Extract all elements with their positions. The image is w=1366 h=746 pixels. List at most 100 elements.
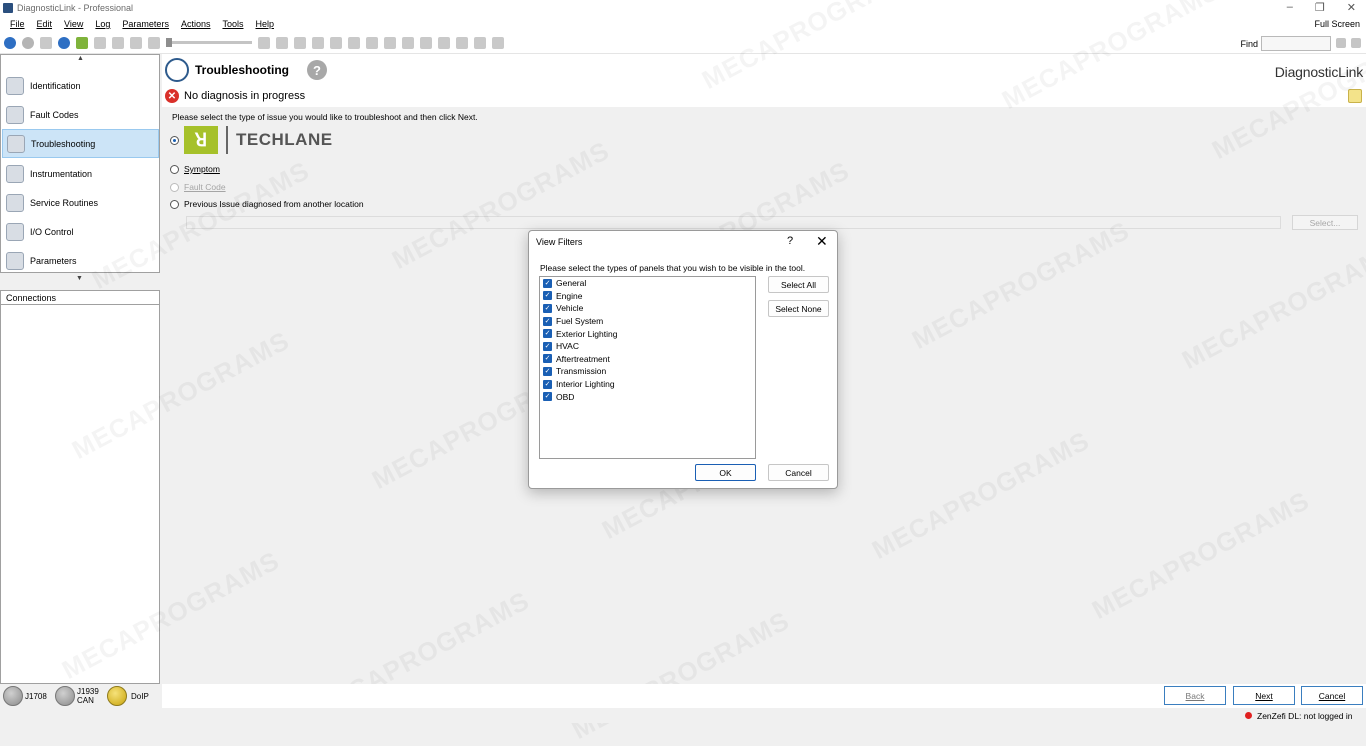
sidebar-item-instrumentation[interactable]: Instrumentation (2, 159, 159, 188)
sidebar-item-service-routines[interactable]: Service Routines (2, 188, 159, 217)
list-item-label: Aftertreatment (556, 353, 610, 364)
list-item[interactable]: ✓ Aftertreatment (540, 353, 755, 366)
help-icon[interactable]: ? (307, 60, 327, 80)
back-button[interactable]: Back (1164, 686, 1226, 705)
dialog-help-icon[interactable]: ? (787, 235, 793, 247)
notes-icon[interactable] (1348, 89, 1362, 103)
paste-icon[interactable] (402, 36, 414, 49)
checkbox-checked-icon[interactable]: ✓ (543, 341, 552, 351)
cut-icon[interactable] (366, 36, 378, 49)
document-icon[interactable] (330, 36, 342, 49)
status-text: No diagnosis in progress (184, 90, 306, 102)
sidebar-item-fault-codes[interactable]: Fault Codes (2, 100, 159, 129)
next-button[interactable]: Next (1233, 686, 1295, 705)
fullscreen-button[interactable]: Full Screen (1314, 19, 1360, 29)
list-item[interactable]: ✓ Transmission (540, 365, 755, 378)
menu-file[interactable]: File (10, 19, 25, 29)
list-item[interactable]: ✓ Engine (540, 290, 755, 303)
sidebar-item-parameters[interactable]: Parameters (2, 246, 159, 275)
rewind-icon[interactable] (148, 36, 160, 49)
checkbox-checked-icon[interactable]: ✓ (543, 366, 552, 376)
symptom-radio[interactable] (170, 164, 179, 174)
list-item-label: OBD (556, 391, 575, 402)
dialog-cancel-button[interactable]: Cancel (768, 464, 829, 481)
sidebar-item-troubleshooting[interactable]: Troubleshooting (2, 129, 159, 158)
select-all-button[interactable]: Select All (768, 276, 829, 293)
sidebar-scroll-down-icon[interactable]: ▼ (76, 275, 83, 282)
flag-icon[interactable] (312, 36, 324, 49)
find-options-icon[interactable] (1351, 38, 1361, 48)
list-item-label: Engine (556, 290, 583, 301)
connections-panel: Connections (0, 290, 160, 684)
symptom-label: Symptom (184, 164, 220, 174)
checkbox-checked-icon[interactable]: ✓ (543, 303, 552, 313)
forward-icon[interactable] (22, 36, 34, 49)
minimize-icon[interactable]: – (1287, 1, 1293, 14)
sidebar-item-identification[interactable]: Identification (2, 71, 159, 100)
menu-tools[interactable]: Tools (222, 19, 243, 29)
fault-code-radio (170, 182, 179, 192)
sync-icon[interactable] (40, 36, 52, 49)
copy-icon[interactable] (384, 36, 396, 49)
menu-log[interactable]: Log (95, 19, 110, 29)
print-icon[interactable] (348, 36, 360, 49)
list-item[interactable]: ✓ Exterior Lighting (540, 327, 755, 340)
log-icon[interactable] (76, 36, 88, 49)
option-techlane[interactable]: ꓤ TECHLANE (170, 126, 333, 154)
dialog-instruction: Please select the types of panels that y… (540, 263, 806, 273)
stethoscope-icon (165, 58, 189, 82)
list-item[interactable]: ✓ Fuel System (540, 315, 755, 328)
skip-end-icon[interactable] (276, 36, 288, 49)
maximize-icon[interactable]: ❐ (1315, 1, 1325, 14)
list-item[interactable]: ✓ OBD (540, 390, 755, 403)
list-item[interactable]: ✓ HVAC (540, 340, 755, 353)
list-item-label: HVAC (556, 341, 579, 352)
checkbox-checked-icon[interactable]: ✓ (543, 291, 552, 301)
undo-icon[interactable] (420, 36, 432, 49)
cancel-button[interactable]: Cancel (1301, 686, 1363, 705)
menu-help[interactable]: Help (255, 19, 274, 29)
brand-logo: DiagnosticLink (1274, 64, 1363, 80)
previous-issue-radio[interactable] (170, 199, 179, 209)
menu-parameters[interactable]: Parameters (122, 19, 169, 29)
previous-issue-label: Previous Issue diagnosed from another lo… (184, 199, 364, 209)
list-item-label: Interior Lighting (556, 379, 615, 390)
list-item[interactable]: ✓ Interior Lighting (540, 378, 755, 391)
checkbox-checked-icon[interactable]: ✓ (543, 316, 552, 326)
select-none-button[interactable]: Select None (768, 300, 829, 317)
globe-icon[interactable] (58, 36, 70, 49)
menu-view[interactable]: View (64, 19, 83, 29)
fast-forward-icon[interactable] (258, 36, 270, 49)
bookmark-icon[interactable] (294, 36, 306, 49)
techlane-radio[interactable] (170, 135, 179, 145)
sidebar-scroll-up-icon[interactable]: ▲ (77, 55, 84, 62)
list-item[interactable]: ✓ Vehicle (540, 302, 755, 315)
filter-icon[interactable] (438, 36, 450, 49)
list-item[interactable]: ✓ General (540, 277, 755, 290)
settings-icon[interactable] (492, 36, 504, 49)
menu-actions[interactable]: Actions (181, 19, 211, 29)
playback-slider[interactable] (166, 38, 252, 47)
connect-icon[interactable] (456, 36, 468, 49)
checkbox-checked-icon[interactable]: ✓ (543, 392, 552, 402)
option-symptom[interactable]: Symptom (170, 164, 220, 174)
j1939-label: J1939 CAN (77, 687, 99, 705)
checkbox-checked-icon[interactable]: ✓ (543, 379, 552, 389)
window-icon[interactable] (474, 36, 486, 49)
find-input[interactable] (1261, 36, 1331, 51)
option-previous-issue[interactable]: Previous Issue diagnosed from another lo… (170, 199, 364, 209)
checkbox-checked-icon[interactable]: ✓ (543, 278, 552, 288)
find-next-icon[interactable] (1336, 38, 1346, 48)
menu-edit[interactable]: Edit (37, 19, 53, 29)
stop-icon[interactable] (112, 36, 124, 49)
back-icon[interactable] (4, 36, 16, 49)
checkbox-checked-icon[interactable]: ✓ (543, 354, 552, 364)
close-window-icon[interactable]: ✕ (1347, 1, 1356, 14)
checkbox-checked-icon[interactable]: ✓ (543, 329, 552, 339)
skip-start-icon[interactable] (130, 36, 142, 49)
app-logo-icon (3, 3, 13, 13)
play-icon[interactable] (94, 36, 106, 49)
sidebar-item-io-control[interactable]: I/O Control (2, 217, 159, 246)
dialog-close-icon[interactable]: ✕ (816, 233, 828, 250)
ok-button[interactable]: OK (695, 464, 756, 481)
